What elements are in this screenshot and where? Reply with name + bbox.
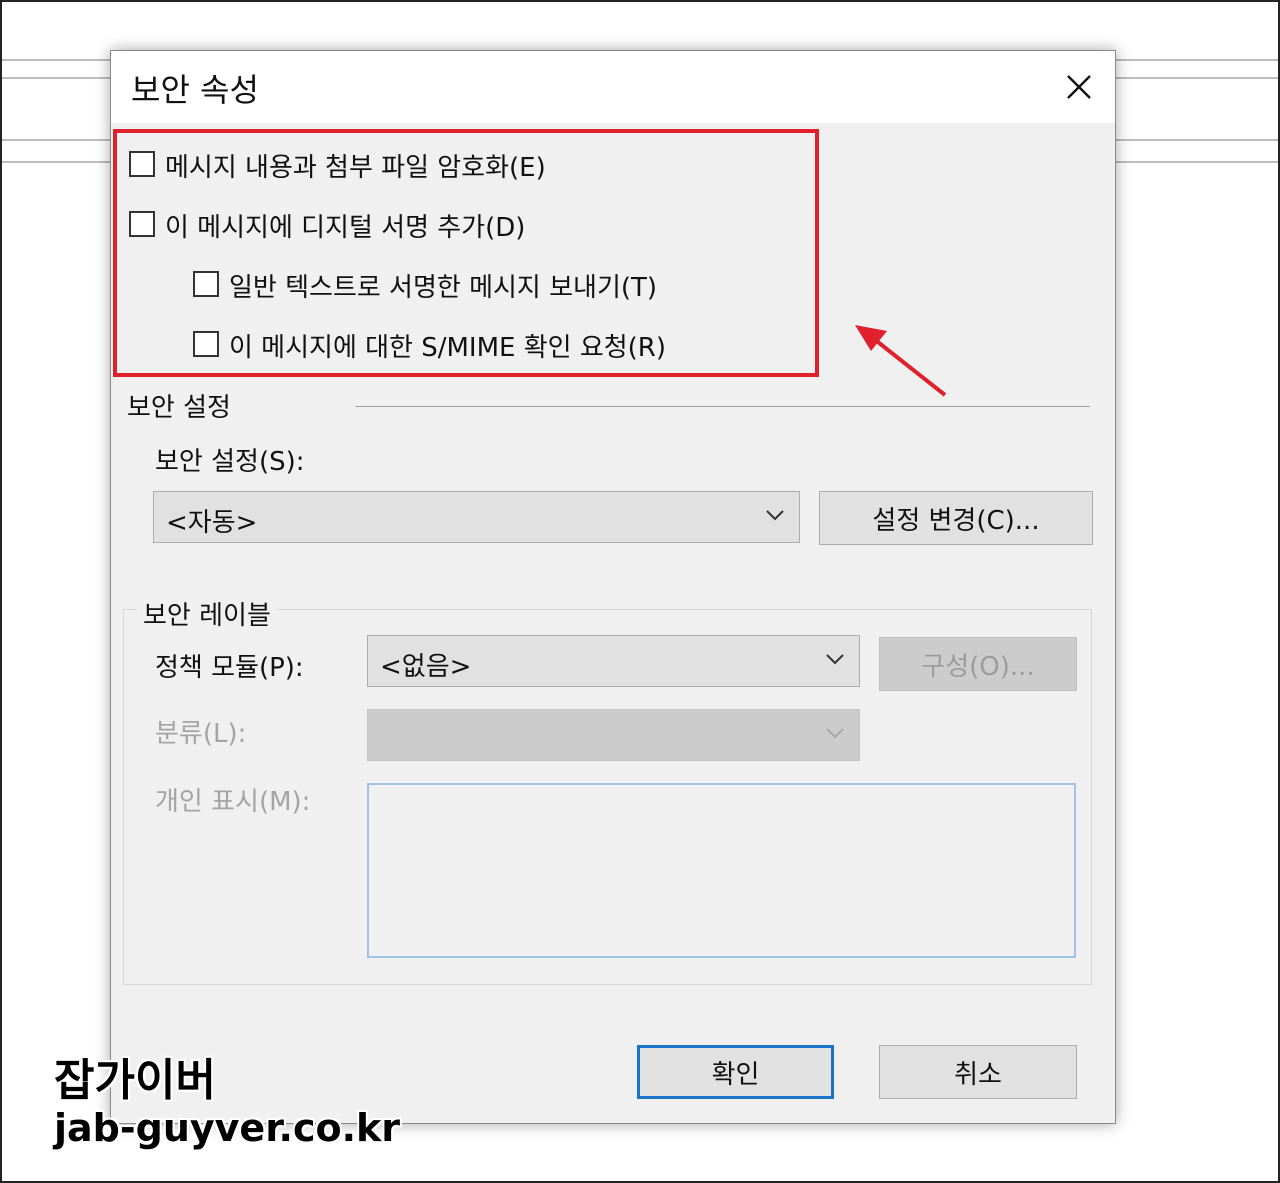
ok-button[interactable]: 확인 (637, 1045, 834, 1099)
privacy-mark-field[interactable] (367, 783, 1076, 958)
security-properties-dialog: 보안 속성 메시지 내용과 첨부 파일 암호화(E) 이 메시지에 디지털 서명… (110, 50, 1116, 1124)
watermark-url: jab-guyver.co.kr (54, 1106, 401, 1150)
classification-dropdown[interactable] (367, 709, 860, 761)
classification-label: 분류(L): (155, 719, 247, 749)
policy-module-dropdown[interactable]: <없음> (367, 635, 860, 687)
chevron-down-icon (826, 728, 844, 739)
close-button[interactable] (1051, 61, 1107, 113)
privacy-mark-label: 개인 표시(M): (155, 787, 311, 817)
title-bar: 보안 속성 (111, 51, 1115, 123)
configure-button[interactable]: 구성(O)... (879, 637, 1077, 691)
change-settings-button[interactable]: 설정 변경(C)... (819, 491, 1093, 545)
highlight-box (113, 129, 819, 377)
policy-module-value: <없음> (380, 652, 472, 682)
security-settings-value: <자동> (166, 508, 258, 538)
screenshot-frame: 보안 속성 메시지 내용과 첨부 파일 암호화(E) 이 메시지에 디지털 서명… (0, 0, 1280, 1183)
security-settings-section-title: 보안 설정 (127, 393, 231, 423)
watermark-name: 잡가이버 (54, 1055, 216, 1106)
security-label-group-title: 보안 레이블 (137, 595, 277, 632)
chevron-down-icon (766, 510, 784, 521)
section-separator (355, 406, 1090, 407)
chevron-down-icon (826, 654, 844, 665)
security-settings-label: 보안 설정(S): (155, 447, 305, 477)
cancel-button[interactable]: 취소 (879, 1045, 1077, 1099)
policy-module-label: 정책 모듈(P): (155, 653, 304, 683)
security-settings-dropdown[interactable]: <자동> (153, 491, 800, 543)
close-icon (1067, 75, 1091, 99)
red-arrow-icon (855, 325, 947, 397)
dialog-title: 보안 속성 (131, 71, 259, 109)
